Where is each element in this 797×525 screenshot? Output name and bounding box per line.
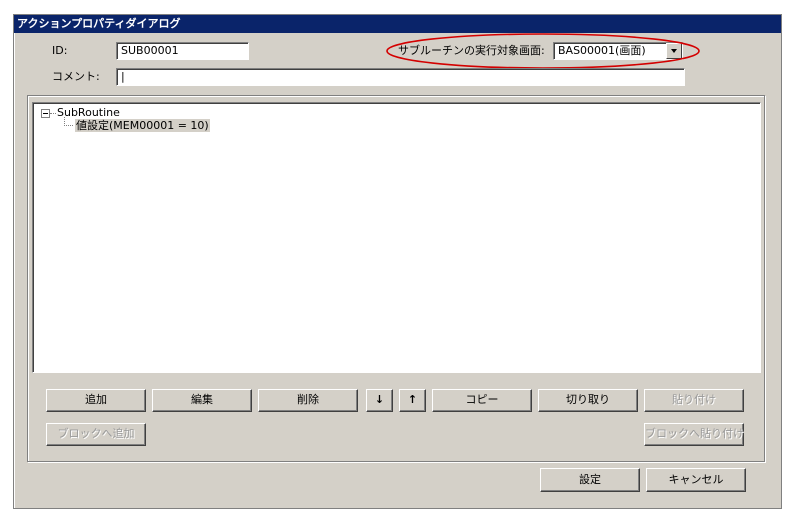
ok-button[interactable]: 設定 (540, 468, 640, 492)
tree-item-value-set[interactable]: 値設定(MEM00001 = 10) (75, 119, 210, 132)
comment-label: コメント: (52, 70, 100, 83)
add-to-block-button[interactable]: ブロックへ追加 (46, 423, 146, 446)
tree-connector (50, 113, 56, 114)
move-up-button[interactable]: ↑ (399, 389, 426, 412)
delete-button[interactable]: 削除 (258, 389, 358, 412)
highlight-ellipse (386, 33, 700, 69)
id-field[interactable]: SUB00001 (116, 42, 249, 60)
edit-button[interactable]: 編集 (152, 389, 252, 412)
id-label: ID: (52, 44, 68, 57)
tree-root-label[interactable]: SubRoutine (57, 106, 120, 119)
action-tree[interactable]: SubRoutine 値設定(MEM00001 = 10) (32, 102, 761, 373)
paste-to-block-button[interactable]: ブロックへ貼り付け (644, 423, 744, 446)
tree-connector (64, 125, 73, 126)
comment-field[interactable]: | (116, 68, 685, 86)
paste-button[interactable]: 貼り付け (644, 389, 744, 412)
arrow-up-icon: ↑ (407, 393, 418, 406)
tree-expander-icon[interactable] (41, 109, 50, 118)
arrow-down-icon: ↓ (374, 393, 385, 406)
copy-button[interactable]: コピー (432, 389, 532, 412)
cancel-button[interactable]: キャンセル (646, 468, 746, 492)
move-down-button[interactable]: ↓ (366, 389, 393, 412)
add-button[interactable]: 追加 (46, 389, 146, 412)
cut-button[interactable]: 切り取り (538, 389, 638, 412)
